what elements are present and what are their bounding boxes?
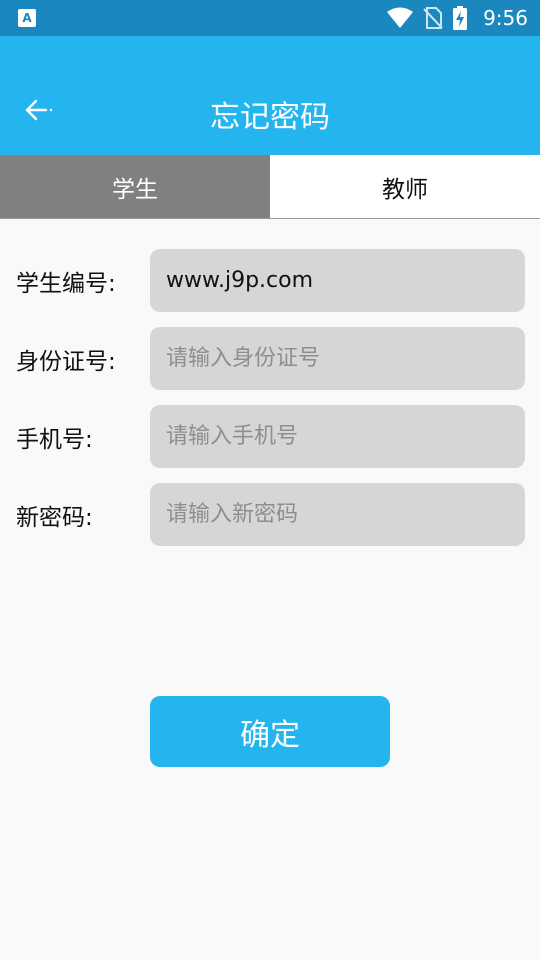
id-card-row: 身份证号: [0, 327, 540, 390]
new-password-row: 新密码: [0, 483, 540, 546]
role-tabs: 学生 教师 [0, 155, 540, 219]
tab-student[interactable]: 学生 [0, 155, 270, 218]
new-password-label: 新密码: [16, 504, 93, 531]
phone-row: 手机号: [0, 405, 540, 468]
phone-input[interactable] [150, 405, 525, 468]
id-card-label: 身份证号: [16, 348, 116, 375]
student-id-label: 学生编号: [16, 270, 116, 297]
student-id-row: 学生编号: [0, 249, 540, 312]
student-id-input[interactable] [150, 249, 525, 312]
page-title: 忘记密码 [210, 100, 330, 135]
phone-label: 手机号: [16, 426, 93, 453]
status-bar: A 9:56 [0, 0, 540, 36]
wifi-icon [387, 7, 414, 28]
status-time: 9:56 [483, 6, 528, 30]
confirm-button[interactable]: 确定 [150, 696, 390, 767]
app-bar: 忘记密码 [0, 36, 540, 155]
app-notification-icon: A [18, 9, 36, 27]
new-password-input[interactable] [150, 483, 525, 546]
no-sim-icon [423, 7, 443, 29]
tab-teacher[interactable]: 教师 [270, 155, 540, 218]
battery-charging-icon [453, 6, 468, 30]
status-icons: 9:56 [387, 0, 528, 36]
id-card-input[interactable] [150, 327, 525, 390]
